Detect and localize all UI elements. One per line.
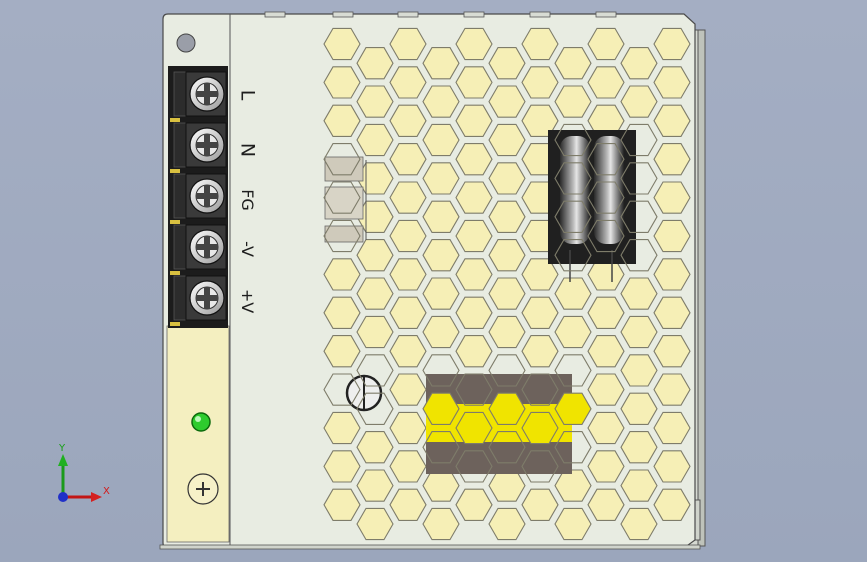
terminal-label-l: L <box>236 89 259 101</box>
triad-x-label: X <box>103 486 110 497</box>
terminal-label-minus-v: -V <box>238 241 257 257</box>
terminal-screw-icon <box>170 224 227 275</box>
triad-origin <box>58 492 68 502</box>
ground-screw-icon <box>187 473 219 505</box>
terminal-screw-icon <box>170 71 227 122</box>
coordinate-triad <box>58 454 102 502</box>
terminal-label-plus-v: +V <box>238 288 257 314</box>
mounting-hole <box>176 33 196 53</box>
triad-x-arrow-icon <box>63 492 102 502</box>
heatsink-fins <box>324 156 367 243</box>
terminal-screw-icon <box>170 275 227 326</box>
triad-y-label: Y <box>59 443 66 454</box>
terminal-block <box>168 66 228 328</box>
status-led <box>191 412 211 432</box>
triad-y-arrow-icon <box>58 454 68 497</box>
terminal-screw-icon <box>170 122 227 173</box>
terminal-screw-icon <box>170 173 227 224</box>
terminal-label-fg: FG <box>238 189 257 211</box>
power-supply-model[interactable] <box>0 0 867 562</box>
cad-viewport[interactable]: L N FG -V +V X Y <box>0 0 867 562</box>
terminal-label-n: N <box>236 142 259 158</box>
